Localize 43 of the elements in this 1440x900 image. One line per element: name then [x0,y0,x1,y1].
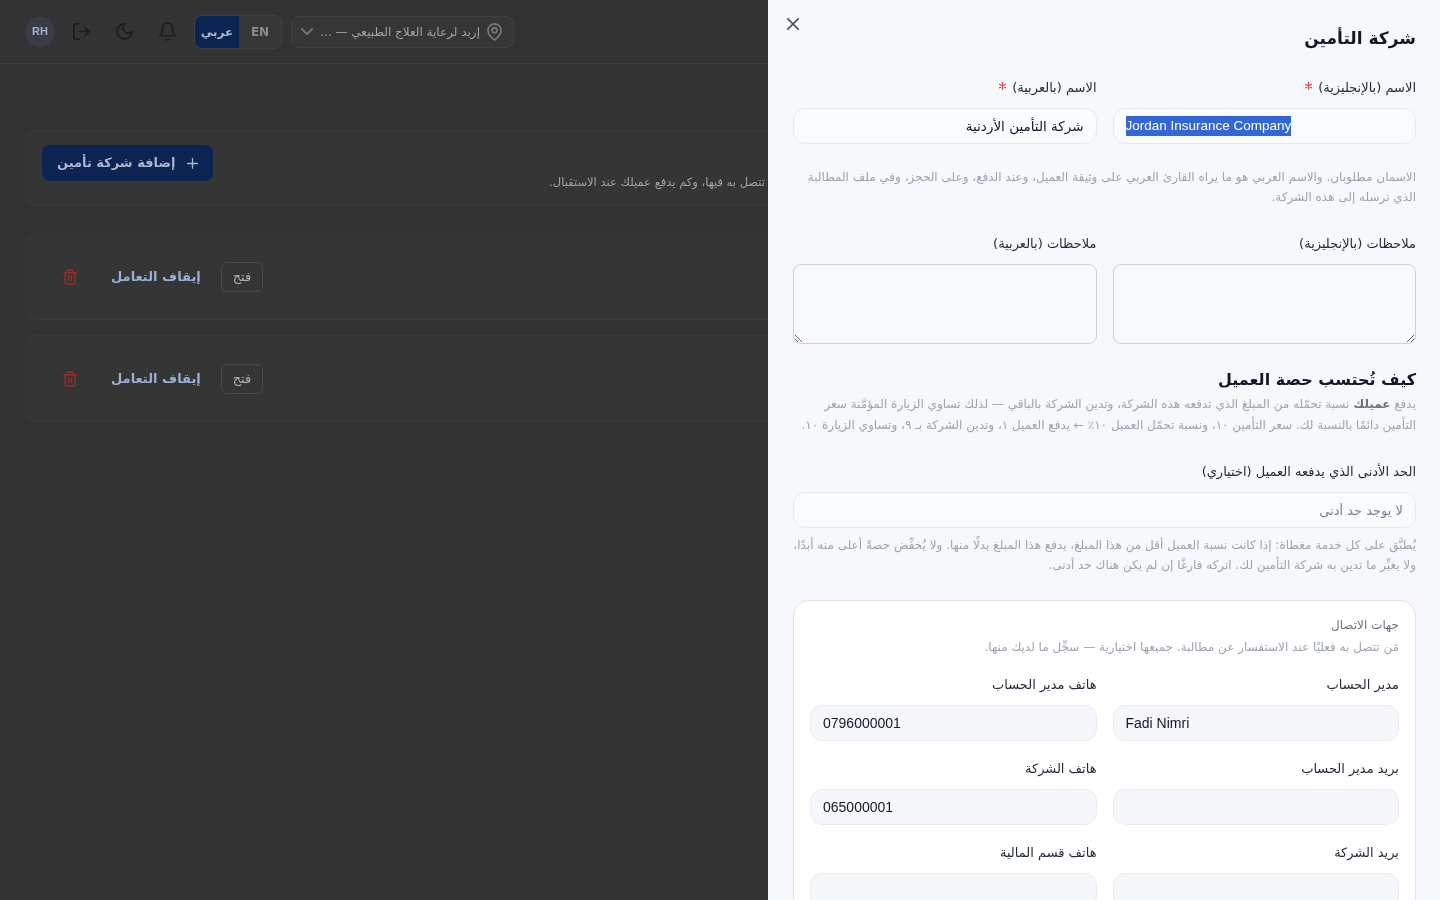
hint-text: يُطبَّق على كل خدمة مغطاة: إذا كانت نسبة العميل أقل من هذا المبلغ، يدفع هذا المبلغ بدلًا منها. ولا يُخفِّض حصةً أعلى منه أبدًا، ولا يغيِّر ما تدين به شركة التأمين لك. اتركه فارغًا إن لم يكن هناك حد أدنى. [793,535,1416,575]
text-field[interactable]: 065000001 [810,789,1097,825]
moon-icon[interactable] [116,23,133,40]
field-label: هاتف الشركة [1024,760,1097,778]
section-heading: كيف تُحتسب حصة العميل [1217,369,1416,391]
open-button[interactable]: فتح [220,261,264,292]
notifications-bell-icon[interactable] [159,22,176,41]
field-label: مدير الحساب [1326,676,1399,695]
add-company-button[interactable]: إضافة شركة تأمين [42,145,214,181]
field-label: بريد مدير الحساب [1301,760,1399,778]
chevron-down-icon [301,28,314,35]
trash-icon[interactable] [63,370,77,387]
pin-icon [487,22,502,41]
field-label: الاسم (بالإنجليزية) [1318,79,1416,98]
card-heading: جهات الاتصال [1330,617,1399,633]
location-select[interactable]: إربد لرعاية العلاج الطبيعي — ... [291,15,514,48]
text-field[interactable]: Jordan Insurance Company [1112,108,1416,144]
open-button[interactable]: فتح [220,363,264,394]
field-label: ملاحظات (بالعربية) [993,235,1097,254]
text-field[interactable]: Fadi Nimri [1112,705,1399,741]
field-label: بريد الشركة [1334,844,1399,862]
suspend-link[interactable]: إيقاف التعامل [111,368,201,389]
field-label: الاسم (بالعربية) [1012,79,1097,98]
field-label: هاتف قسم المالية [999,844,1097,863]
page-description: تتصل به فيها، وكم يدفع عميلك عند الاستقبال. [549,174,765,190]
section-description: يدفع عميلك نسبة تحمّله من المبلغ الذي تدفعه هذه الشركة، وتدين الشركة بالباقي — لذلك تساوي الزيارة المؤمَّنة سعر التأمين دائمًا بالنسبة لك. سعر التأمين ١٠، ونسبة تحمّل العميل ١٠٪ ← يدفع العميل ١، وتدين الشركة بـ ٩، وتساوي الزيارة ١٠. [800,396,1416,435]
suspend-link[interactable]: إيقاف التعامل [111,266,201,287]
field-label: ملاحظات (بالإنجليزية) [1299,235,1416,254]
close-icon[interactable] [787,18,799,30]
hint-text: الاسمان مطلوبان. والاسم العربي هو ما يراه القارئ العربي على وثيقة العميل، وعند الدفع، وعلى الحجز، وفي ملف المطالبة الذي ترسله إلى هذه الشركة. [806,169,1416,207]
text-field[interactable]: شركة التأمين الأردنية [793,108,1097,144]
notes-field[interactable] [793,264,1097,344]
language-tab[interactable]: عربي [195,15,239,48]
card-description: مَن تتصل به فعليًا عند الاستفسار عن مطالبة. جميعها اختيارية — سجِّل ما لديك منها. [983,639,1399,657]
plus-icon [187,157,199,169]
logout-icon[interactable] [73,23,90,40]
field-label: هاتف مدير الحساب [992,676,1097,694]
notes-field[interactable] [1112,264,1416,344]
trash-icon[interactable] [63,268,77,285]
field-label: الحد الأدنى الذي يدفعه العميل (اختياري) [1201,462,1416,482]
drawer-title: شركة التأمين [1304,26,1416,50]
user-avatar[interactable]: RH [25,16,55,47]
text-field[interactable]: 0796000001 [810,705,1097,741]
